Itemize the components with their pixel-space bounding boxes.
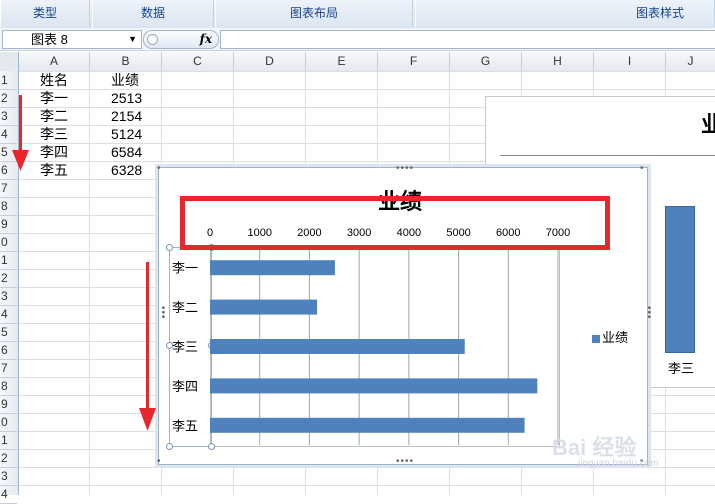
name-box[interactable]: 图表 8 ▼ [2,30,142,49]
category-label: 李一 [172,261,198,276]
annotation-arrow-shaft [19,95,22,155]
row-header[interactable]: 5 [0,323,17,342]
column-header-b[interactable]: B [90,52,162,71]
annotation-arrow-head [139,408,156,431]
formula-input[interactable] [220,30,715,49]
bar[interactable] [210,378,538,394]
row-header[interactable]: 0 [0,413,17,432]
column-header-a[interactable]: A [19,52,90,71]
cell-a2[interactable]: 李一 [40,89,68,107]
insert-function-icon[interactable]: fx [200,31,212,48]
bar[interactable] [210,339,465,354]
cell-a1[interactable]: 姓名 [40,71,68,89]
resize-handle-left[interactable]: ••• [157,306,168,320]
bar[interactable] [210,260,335,276]
watermark-subtitle: jingyan.baidu.com [578,458,659,469]
ribbon-group-data[interactable]: 数据 [92,0,214,27]
resize-handle-top-left[interactable]: • [157,163,162,174]
row-header[interactable]: 0 [0,233,17,252]
background-chart-bar[interactable] [665,206,695,353]
resize-handle-top-right[interactable]: • [640,163,645,174]
column-header-g[interactable]: G [450,52,522,71]
row-header[interactable]: 8 [0,377,17,396]
column-header-d[interactable]: D [234,52,306,71]
background-chart-axis [500,155,715,156]
row-header[interactable]: 1 [0,251,17,270]
category-label: 李四 [172,379,198,394]
name-box-value: 图表 8 [31,32,68,47]
row-header[interactable]: 7 [0,359,17,378]
row-header[interactable]: 4 [0,305,17,324]
row-header[interactable]: 9 [0,215,17,234]
chevron-down-icon[interactable]: ▼ [128,31,137,48]
row-header[interactable]: 7 [0,179,17,198]
column-header-j[interactable]: J [666,52,715,71]
row-header[interactable]: 8 [0,197,17,216]
function-controls: fx [143,30,219,49]
row-header[interactable]: 3 [0,107,17,126]
ribbon-group-chart-layout[interactable]: 图表布局 [215,0,413,27]
select-all-corner[interactable] [0,52,19,71]
row-header[interactable]: 2 [0,449,17,468]
resize-handle-right[interactable]: ••• [643,306,654,320]
ribbon-group-type[interactable]: 类型 [0,0,90,27]
row-header[interactable]: 3 [0,287,17,306]
resize-handle-bottom[interactable]: •••• [396,456,414,467]
column-header-e[interactable]: E [306,52,378,71]
cell-b6[interactable]: 6328 [111,161,142,179]
cell-b2[interactable]: 2513 [111,89,142,107]
annotation-arrow-shaft [146,262,149,412]
cell-b4[interactable]: 5124 [111,125,142,143]
cell-a3[interactable]: 李二 [40,107,68,125]
row-header[interactable]: 3 [0,467,17,486]
cell-a4[interactable]: 李三 [40,125,68,143]
cell-b3[interactable]: 2154 [111,107,142,125]
row-header[interactable]: 1 [0,71,17,90]
row-header[interactable]: 6 [0,341,17,360]
cell-a6[interactable]: 李五 [40,161,68,179]
category-label: 李二 [172,300,198,315]
chart-legend[interactable]: 业绩 [592,327,628,346]
expand-handle-icon[interactable] [147,34,158,45]
bar[interactable] [210,417,525,433]
row-header[interactable]: 4 [0,125,17,144]
column-header-c[interactable]: C [162,52,234,71]
background-chart-category-label: 李三 [668,361,695,376]
background-chart-title: 业 [701,112,715,137]
resize-handle-top[interactable]: •••• [396,163,414,174]
annotation-arrow-head [12,150,29,171]
cell-b5[interactable]: 6584 [111,143,142,161]
column-header-f[interactable]: F [378,52,450,71]
row-header[interactable]: 2 [0,89,17,108]
column-header-i[interactable]: I [594,52,666,71]
row-header[interactable]: 2 [0,269,17,288]
bar[interactable] [210,299,318,315]
legend-swatch [592,334,600,343]
column-header-h[interactable]: H [522,52,594,71]
cell-b1[interactable]: 业绩 [111,71,139,89]
column-headers: A B C D E F G H I J [0,52,715,72]
ribbon-group-chart-styles[interactable]: 图表样式 [415,0,715,27]
highlight-box [180,196,610,250]
category-label: 李三 [172,340,198,355]
legend-label: 业绩 [602,330,629,345]
resize-handle-bottom-left[interactable]: • [157,456,162,467]
row-header[interactable]: 9 [0,395,17,414]
cell-a5[interactable]: 李四 [40,143,68,161]
row-headers: 123456789012345678901234 [0,71,19,504]
category-label: 李五 [172,418,198,433]
row-header[interactable]: 1 [0,431,17,450]
ribbon-group-bar: 类型 数据 图表布局 图表样式 [0,0,715,29]
grid-line [89,71,90,495]
